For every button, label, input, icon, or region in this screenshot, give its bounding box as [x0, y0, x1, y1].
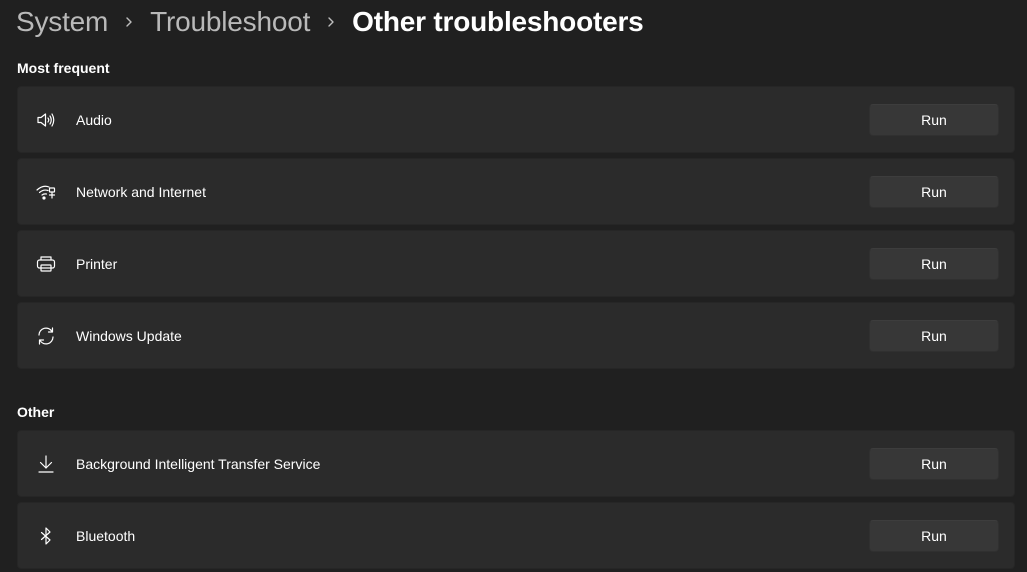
- section-title-other: Other: [17, 404, 55, 420]
- run-button-bits[interactable]: Run: [869, 448, 999, 480]
- chevron-right-icon: [310, 4, 352, 40]
- troubleshooter-label: Background Intelligent Transfer Service: [76, 455, 321, 472]
- troubleshooter-label: Windows Update: [76, 327, 182, 344]
- troubleshooter-bluetooth: Bluetooth Run: [17, 502, 1015, 569]
- run-button-windows-update[interactable]: Run: [869, 320, 999, 352]
- speaker-icon: [35, 109, 57, 131]
- troubleshooter-windows-update: Windows Update Run: [17, 302, 1015, 369]
- printer-icon: [35, 253, 57, 275]
- troubleshooter-bits: Background Intelligent Transfer Service …: [17, 430, 1015, 497]
- troubleshooter-label: Bluetooth: [76, 527, 136, 544]
- troubleshooter-network: Network and Internet Run: [17, 158, 1015, 225]
- bluetooth-icon: [35, 525, 57, 547]
- run-button-printer[interactable]: Run: [869, 248, 999, 280]
- sync-icon: [35, 325, 57, 347]
- download-icon: [35, 453, 57, 475]
- breadcrumb: System Troubleshoot Other troubleshooter…: [16, 4, 644, 40]
- run-button-network[interactable]: Run: [869, 176, 999, 208]
- network-icon: [35, 181, 57, 203]
- troubleshooter-label: Network and Internet: [76, 183, 206, 200]
- chevron-right-icon: [108, 4, 150, 40]
- page-title: Other troubleshooters: [352, 6, 644, 37]
- troubleshooter-label: Printer: [76, 255, 118, 272]
- other-list: Background Intelligent Transfer Service …: [17, 430, 1015, 572]
- troubleshooter-label: Audio: [76, 111, 112, 128]
- troubleshooter-audio: Audio Run: [17, 86, 1015, 153]
- run-button-bluetooth[interactable]: Run: [869, 520, 999, 552]
- troubleshooters-page: System Troubleshoot Other troubleshooter…: [0, 0, 1027, 572]
- run-button-audio[interactable]: Run: [869, 104, 999, 136]
- breadcrumb-system[interactable]: System: [16, 6, 108, 38]
- most-frequent-list: Audio Run Network and Internet Run Print…: [17, 86, 1015, 374]
- breadcrumb-troubleshoot[interactable]: Troubleshoot: [150, 6, 310, 38]
- troubleshooter-printer: Printer Run: [17, 230, 1015, 297]
- section-title-most-frequent: Most frequent: [17, 60, 110, 76]
